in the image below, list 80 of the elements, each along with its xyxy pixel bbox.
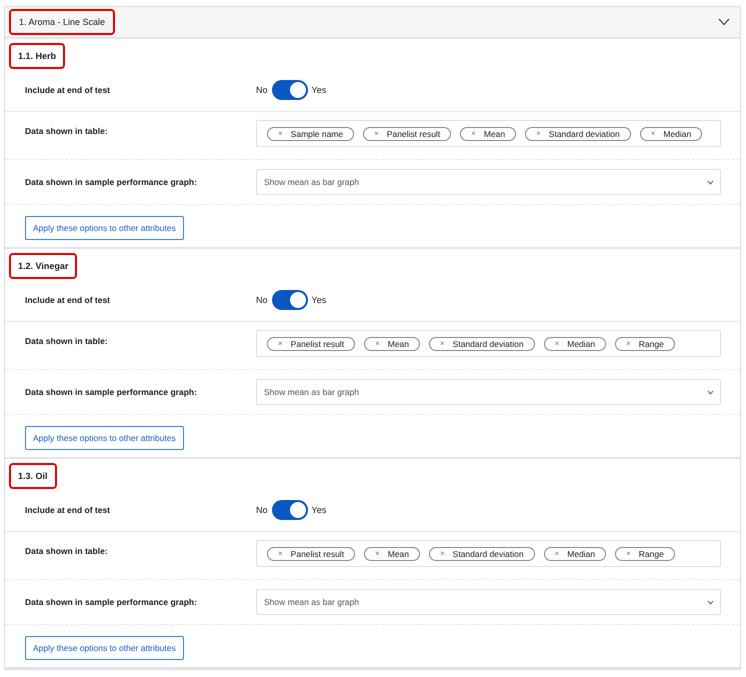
tag-label: Median [567,548,596,558]
field-label: Data shown in table: [25,125,109,136]
remove-icon[interactable]: × [626,339,631,348]
tag-label: Median [663,128,692,138]
section-title: 1.2. Vinegar [9,253,78,279]
field-label: Include at end of test [25,505,112,515]
remove-icon[interactable]: × [278,549,283,558]
tag-input[interactable]: × Panelist result × Mean × Standard deviation × Median × Range [256,540,721,567]
tag-input[interactable]: × Panelist result × Mean × Standard deviation × Median × Range [256,330,721,357]
tag-chip[interactable]: × Median [640,126,702,140]
tag-chip[interactable]: × Mean [364,336,420,350]
field-label: Data shown in sample performance graph: [25,597,198,607]
toggle-on-label: Yes [312,505,326,515]
toggle-on-label: Yes [312,295,326,305]
chevron-down-icon [707,390,714,394]
chevron-down-icon [707,600,714,604]
remove-icon[interactable]: × [375,339,380,348]
tag-label: Median [567,338,596,348]
tag-chip[interactable]: × Mean [460,126,516,140]
field-label: Data shown in table: [25,545,109,556]
tag-chip[interactable]: × Range [615,336,675,350]
field-label: Include at end of test [25,295,112,305]
tag-label: Panelist result [290,548,344,558]
field-label: Data shown in sample performance graph: [25,387,198,397]
tag-chip[interactable]: × Panelist result [267,546,356,560]
remove-icon[interactable]: × [440,339,445,348]
tag-label: Mean [484,128,506,138]
field-label: Data shown in sample performance graph: [25,177,198,187]
tag-chip[interactable]: × Range [615,546,675,560]
toggle-switch[interactable] [272,80,308,100]
apply-button[interactable]: Apply these options to other attributes [25,636,184,660]
tag-label: Standard deviation [452,548,524,558]
graph-dropdown[interactable]: Show mean as bar graph [256,589,721,615]
remove-icon[interactable]: × [626,549,631,558]
remove-icon[interactable]: × [554,339,560,348]
toggle-switch[interactable] [272,500,308,520]
chevron-down-icon [707,180,714,184]
tag-chip[interactable]: × Mean [364,546,420,560]
tag-chip[interactable]: × Median [544,336,606,350]
toggle-on-label: Yes [312,85,326,95]
remove-icon[interactable]: × [278,339,283,348]
field-label: Include at end of test [25,85,112,95]
tag-chip[interactable]: × Standard deviation [429,546,535,560]
remove-icon[interactable]: × [554,549,560,558]
tag-label: Mean [388,548,409,558]
graph-dropdown[interactable]: Show mean as bar graph [256,169,721,195]
section-title: 1.1. Herb [9,43,66,69]
tag-chip[interactable]: × Median [544,546,606,560]
tag-chip[interactable]: × Standard deviation [525,126,631,140]
remove-icon[interactable]: × [278,129,283,138]
tag-label: Panelist result [290,338,344,348]
tag-label: Panelist result [386,128,440,138]
section-title: 1.3. Oil [9,463,57,489]
remove-icon[interactable]: × [440,549,445,558]
toggle-switch[interactable] [272,290,308,310]
graph-dropdown[interactable]: Show mean as bar graph [256,379,721,405]
tag-chip[interactable]: × Panelist result [267,336,356,350]
tag-chip[interactable]: × Standard deviation [429,336,535,350]
remove-icon[interactable]: × [650,129,656,138]
tag-chip[interactable]: × Panelist result [363,126,452,140]
tag-label: Range [638,338,664,348]
field-label: Data shown in table: [25,335,109,346]
toggle-off-label: No [256,505,268,515]
tag-label: Standard deviation [548,128,620,138]
remove-icon[interactable]: × [536,129,541,138]
apply-button[interactable]: Apply these options to other attributes [25,426,184,450]
toggle-off-label: No [256,295,268,305]
tag-label: Sample name [290,128,344,138]
tag-chip[interactable]: × Sample name [267,126,354,140]
tag-label: Mean [388,338,409,348]
remove-icon[interactable]: × [375,549,380,558]
tag-label: Range [638,548,664,558]
panel-title: 1. Aroma - Line Scale [9,9,116,35]
remove-icon[interactable]: × [471,129,476,138]
tag-label: Standard deviation [452,338,524,348]
tag-input[interactable]: × Sample name × Panelist result × Mean × Standard deviation × Median [256,120,721,147]
apply-button[interactable]: Apply these options to other attributes [25,216,184,240]
remove-icon[interactable]: × [374,129,379,138]
chevron-down-icon[interactable] [718,18,730,26]
toggle-off-label: No [256,85,268,95]
